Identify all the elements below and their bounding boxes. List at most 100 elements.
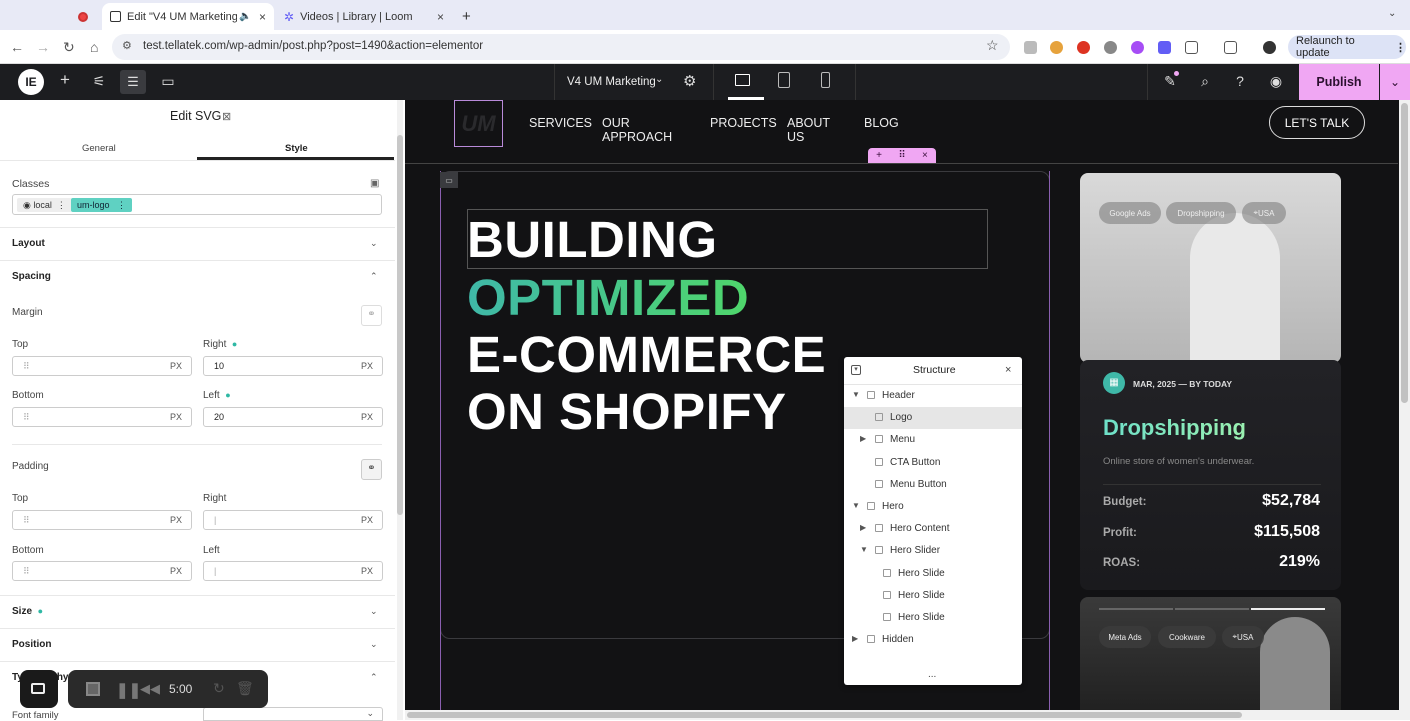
audio-icon[interactable]: 🔈 (239, 11, 251, 22)
extension-icon[interactable] (1050, 41, 1063, 54)
nav-our-approach[interactable]: OUR APPROACH (602, 116, 672, 144)
font-family-select[interactable]: ⌄ (203, 707, 383, 721)
unit-label[interactable]: PX (170, 412, 182, 422)
section-position[interactable]: Position (12, 639, 51, 650)
canvas-horizontal-scrollbar[interactable] (405, 710, 1399, 720)
expand-down-icon[interactable]: ▼ (860, 545, 868, 554)
preview-eye-icon[interactable]: ◉ (1266, 73, 1286, 90)
padding-left-input[interactable]: | PX (203, 561, 383, 581)
classes-manager-icon[interactable]: ▣ (370, 178, 379, 189)
search-icon[interactable]: ⌕ (1195, 73, 1215, 90)
comments-icon[interactable]: ▭ (158, 73, 178, 90)
help-icon[interactable]: ? (1230, 73, 1250, 89)
expand-down-icon[interactable]: ▼ (852, 501, 860, 510)
structure-item[interactable]: Logo (844, 407, 1022, 430)
class-chip-um-logo[interactable]: um-logo ⋮ (71, 198, 133, 212)
recording-tab[interactable] (70, 3, 100, 30)
structure-item[interactable]: ▶ Hidden (844, 629, 1022, 651)
page-title-dropdown[interactable]: V4 UM Marketing ⌄ ⚙ (554, 64, 714, 100)
hero-line-3[interactable]: E-COMMERCE (467, 325, 826, 384)
nav-blog[interactable]: BLOG (864, 116, 899, 130)
tab-elementor[interactable]: Edit "V4 UM Marketing" w 🔈 × (102, 3, 274, 30)
home-icon[interactable]: ⌂ (90, 39, 98, 55)
hero-line-2[interactable]: OPTIMIZED (467, 268, 749, 327)
case-study-card-cookware[interactable]: Meta Ads Cookware ⌖ USA (1080, 597, 1341, 720)
structure-item[interactable]: Menu Button (844, 474, 1022, 496)
cast-icon[interactable] (1224, 41, 1237, 54)
chevron-down-icon[interactable]: ⌄ (370, 606, 378, 617)
extension-icon[interactable] (1104, 41, 1117, 54)
nav-about-us[interactable]: ABOUT US (787, 116, 830, 144)
structure-layers-icon[interactable]: ☰ (120, 70, 146, 94)
margin-right-input[interactable]: 10 PX (203, 356, 383, 376)
case-study-card-image[interactable]: Google Ads Dropshipping ⌖ USA (1080, 173, 1341, 363)
case-study-card-dropshipping[interactable]: ▦ MAR, 2025 — BY TODAY Dropshipping Onli… (1080, 360, 1341, 590)
trash-icon[interactable]: 🗑 (236, 680, 254, 697)
unit-label[interactable]: PX (170, 515, 182, 525)
chevron-down-icon[interactable]: ⌄ (370, 639, 378, 650)
structure-item[interactable]: Hero Slide (844, 563, 1022, 585)
extension-icon[interactable] (1131, 41, 1144, 54)
collapse-structure-icon[interactable]: ▾ (851, 365, 861, 375)
structure-item[interactable]: ▶ Menu (844, 429, 1022, 451)
margin-top-input[interactable]: ⠿ PX (12, 356, 192, 376)
extension-icon[interactable] (1024, 41, 1037, 54)
loom-camera-button[interactable] (20, 670, 58, 708)
chevron-up-icon[interactable]: ⌃ (370, 672, 378, 683)
tab-loom[interactable]: ✲ Videos | Library | Loom × (276, 3, 452, 30)
structure-item[interactable]: ▼ Hero Slider (844, 540, 1022, 562)
section-handle[interactable]: + ⠿ × (868, 148, 936, 163)
chevron-up-icon[interactable]: ⌃ (370, 271, 378, 282)
unit-label[interactable]: PX (361, 361, 373, 371)
section-size[interactable]: Size ● (12, 606, 43, 617)
unit-label[interactable]: PX (170, 566, 182, 576)
page-settings-gear-icon[interactable]: ⚙ (683, 72, 696, 90)
expand-right-icon[interactable]: ▶ (860, 434, 866, 443)
expand-right-icon[interactable]: ▶ (860, 523, 866, 532)
structure-item[interactable]: Hero Slide (844, 585, 1022, 607)
unit-label[interactable]: PX (361, 566, 373, 576)
extension-icon[interactable] (1077, 41, 1090, 54)
tab-search-icon[interactable]: ⌄ (1388, 8, 1396, 19)
site-info-icon[interactable]: ⚙ (122, 39, 132, 52)
margin-left-input[interactable]: 20 PX (203, 407, 383, 427)
margin-bottom-input[interactable]: ⠿ PX (12, 407, 192, 427)
panel-scrollbar[interactable] (397, 100, 403, 720)
unit-label[interactable]: PX (170, 361, 182, 371)
section-spacing[interactable]: Spacing (12, 271, 51, 282)
loom-extension-icon[interactable] (1158, 41, 1171, 54)
link-values-icon[interactable]: ⚭ (361, 459, 382, 480)
hero-line-4[interactable]: ON SHOPIFY (467, 382, 787, 441)
drag-handle-icon[interactable]: ⠿ (898, 150, 905, 161)
nav-services[interactable]: SERVICES (529, 116, 592, 130)
publish-options-chevron-icon[interactable]: ⌄ (1380, 64, 1410, 100)
address-bar[interactable]: ⚙ test.tellatek.com/wp-admin/post.php?po… (112, 34, 1010, 60)
extensions-puzzle-icon[interactable] (1185, 41, 1198, 54)
site-logo[interactable]: UM (454, 100, 503, 147)
padding-right-input[interactable]: | PX (203, 510, 383, 530)
close-tab-icon[interactable]: × (437, 10, 444, 24)
nav-projects[interactable]: PROJECTS (710, 116, 777, 130)
publish-button[interactable]: Publish (1299, 64, 1379, 100)
lets-talk-button[interactable]: LET'S TALK (1269, 106, 1365, 139)
add-section-icon[interactable]: + (876, 150, 882, 161)
classes-input[interactable]: ◉ local ⋮ um-logo ⋮ (12, 194, 382, 215)
class-chip-local[interactable]: ◉ local ⋮ (17, 198, 72, 212)
unit-label[interactable]: PX (361, 515, 373, 525)
expand-right-icon[interactable]: ▶ (852, 634, 858, 643)
relaunch-button[interactable]: Relaunch to update ⋮ (1288, 35, 1406, 59)
tab-general[interactable]: General (82, 143, 116, 154)
add-element-icon[interactable]: + (55, 70, 75, 90)
tablet-device-icon[interactable] (778, 72, 790, 88)
delete-section-icon[interactable]: × (922, 150, 928, 161)
forward-icon[interactable]: → (36, 39, 50, 55)
bookmark-star-icon[interactable]: ☆ (986, 37, 999, 54)
section-layout[interactable]: Layout (12, 238, 45, 249)
reload-icon[interactable]: ↻ (63, 39, 75, 56)
close-icon[interactable]: × (1005, 364, 1011, 376)
structure-item[interactable]: ▼ Hero (844, 496, 1022, 518)
new-tab-button[interactable]: + (454, 3, 478, 30)
rewind-icon[interactable]: ◀◀ (140, 681, 160, 697)
profile-avatar[interactable] (1263, 41, 1276, 54)
canvas-vertical-scrollbar[interactable] (1399, 100, 1410, 720)
